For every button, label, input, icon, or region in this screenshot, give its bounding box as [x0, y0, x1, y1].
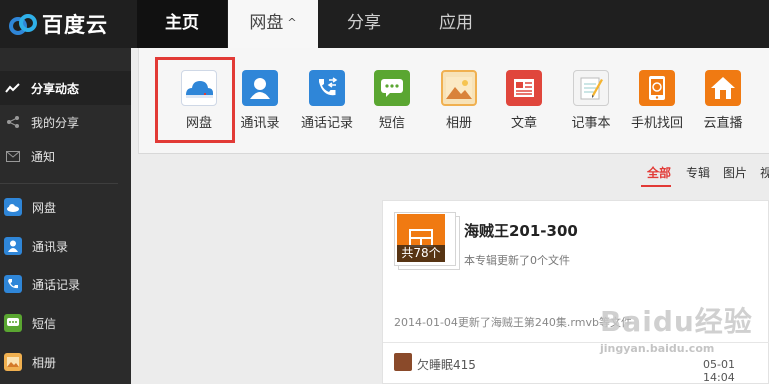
app-label: 文章 — [510, 116, 537, 131]
sidebar-item-notice[interactable]: 通知 — [0, 139, 131, 173]
sidebar-item-label: 通话记录 — [32, 277, 81, 292]
app-album[interactable]: 相册 — [425, 70, 493, 131]
brand-name: 百度云 — [42, 13, 108, 37]
sidebar-item-label: 通知 — [31, 149, 56, 164]
album-title[interactable]: 海贼王201-300 — [464, 220, 578, 241]
sidebar-item-label: 分享动态 — [31, 81, 80, 96]
share-icon — [5, 114, 21, 130]
activity-icon — [5, 80, 21, 96]
tab-apps[interactable]: 应用 — [410, 0, 502, 48]
cloud-live-icon — [705, 70, 741, 106]
sms-icon — [4, 314, 22, 332]
highlight-box — [155, 57, 235, 143]
app-article[interactable]: 文章 — [490, 70, 558, 131]
tab-home[interactable]: 主页 — [137, 0, 227, 48]
watermark-text: Baidu经验 — [600, 305, 753, 338]
sidebar-item-label: 网盘 — [32, 200, 57, 215]
sms-icon — [374, 70, 410, 106]
filter-pictures[interactable]: 图片 — [723, 164, 747, 181]
app-label: 相册 — [445, 116, 472, 131]
tab-apps-label: 应用 — [439, 13, 473, 33]
sidebar-item-disk[interactable]: 网盘 — [0, 190, 131, 224]
sidebar-item-activity[interactable]: 分享动态 — [0, 71, 131, 105]
watermark: Baidu经验 jingyan.baidu.com — [600, 300, 753, 355]
phone-find-icon — [639, 70, 675, 106]
sidebar-item-label: 相册 — [32, 355, 57, 370]
album-update-detail: 2014-01-04更新了海贼王第240集.rmvb等文件 — [394, 316, 632, 329]
app-label: 通话记录 — [300, 116, 353, 131]
album-update-summary: 本专辑更新了0个文件 — [464, 254, 570, 267]
filter-album[interactable]: 专辑 — [686, 164, 710, 181]
tab-share-label: 分享 — [347, 13, 381, 33]
album-icon — [441, 70, 477, 106]
app-cloud-live[interactable]: 云直播 — [689, 70, 757, 131]
mail-icon — [5, 148, 21, 164]
app-label: 手机找回 — [630, 116, 683, 131]
sidebar-item-label: 我的分享 — [31, 115, 80, 130]
sidebar-item-album[interactable]: 相册 — [0, 345, 131, 379]
chevron-up-icon: ^ — [287, 16, 297, 29]
sidebar-item-call-log[interactable]: 通话记录 — [0, 267, 131, 301]
filter-active-underline — [641, 185, 671, 187]
app-contacts[interactable]: 通讯录 — [226, 70, 294, 131]
app-notepad[interactable]: 记事本 — [557, 70, 625, 131]
call-log-icon — [309, 70, 345, 106]
app-label: 记事本 — [571, 116, 611, 131]
contacts-icon — [4, 237, 22, 255]
album-file-count: 共78个 — [397, 245, 445, 262]
app-call-log[interactable]: 通话记录 — [293, 70, 361, 131]
filter-video[interactable]: 视 — [760, 164, 769, 181]
filter-all[interactable]: 全部 — [647, 164, 671, 181]
call-log-icon — [4, 275, 22, 293]
tab-home-label: 主页 — [165, 13, 199, 33]
contacts-icon — [242, 70, 278, 106]
album-icon — [4, 353, 22, 371]
top-navigation-bar: 百度云 主页 网盘 ^ 分享 应用 — [0, 0, 769, 48]
watermark-url: jingyan.baidu.com — [600, 342, 715, 355]
app-sms[interactable]: 短信 — [358, 70, 426, 131]
app-label: 短信 — [378, 116, 405, 131]
tab-disk[interactable]: 网盘 ^ — [228, 0, 318, 48]
sidebar-item-label: 通讯录 — [32, 239, 69, 254]
sidebar-item-label: 短信 — [32, 316, 57, 331]
sidebar-item-my-share[interactable]: 我的分享 — [0, 105, 131, 139]
baidu-cloud-logo-icon — [9, 14, 37, 35]
tab-disk-label: 网盘 — [249, 13, 284, 33]
timestamp: 05-01 14:04 — [703, 358, 735, 384]
sidebar-item-contacts[interactable]: 通讯录 — [0, 229, 131, 263]
app-label: 通讯录 — [240, 116, 280, 131]
tab-share[interactable]: 分享 — [318, 0, 410, 48]
sidebar: 分享动态 我的分享 通知 网盘 通讯录 通话记录 短信 相册 — [0, 48, 131, 384]
brand-logo[interactable]: 百度云 — [0, 0, 137, 48]
username[interactable]: 欠睡眠415 — [417, 356, 476, 373]
sidebar-item-sms[interactable]: 短信 — [0, 306, 131, 340]
notepad-icon — [573, 70, 609, 106]
app-phone-find[interactable]: 手机找回 — [623, 70, 691, 131]
cloud-icon — [4, 198, 22, 216]
article-icon — [506, 70, 542, 106]
app-label: 云直播 — [703, 116, 743, 131]
avatar[interactable] — [394, 353, 412, 371]
sidebar-divider — [0, 183, 118, 184]
